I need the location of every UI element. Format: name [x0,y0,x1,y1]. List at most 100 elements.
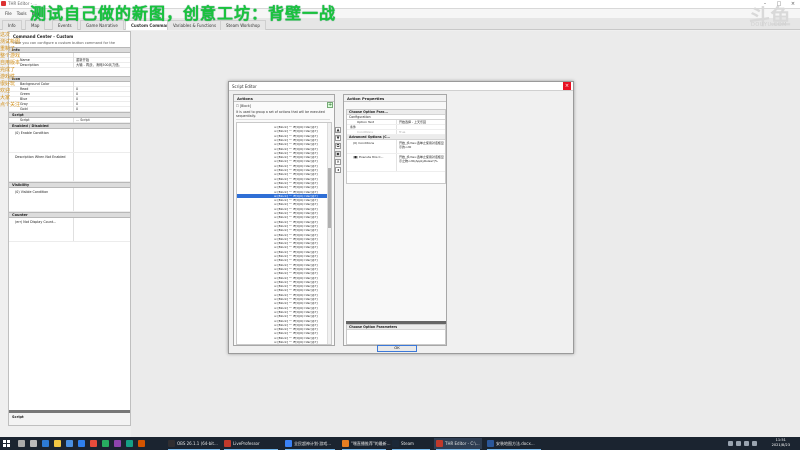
option-parameters-header[interactable]: Choose Option Parameters [347,325,445,330]
delete-icon[interactable]: ✕ [335,159,341,165]
tree-node[interactable]: ⊞ [Block] 一 IF[Q(0)=Var[@?] [237,207,331,211]
enable-condition-row[interactable]: (0) Enable Condition [9,129,130,153]
app-icon-10[interactable] [126,440,133,447]
tree-node[interactable]: ⊞ [Block] 一 IF[Q(0)=Var[@?] [237,267,331,271]
tree-node[interactable]: ⊞ [Block] 一 IF[Q(0)=Var[@?] [237,168,331,172]
tree-node[interactable]: ⊞ [Block] 一 IF[Q(0)=Var[@?] [237,258,331,262]
tree-node[interactable]: ⊞ [Block] 一 IF[Q(0)=Var[@?] [237,220,331,224]
tree-node[interactable]: ⊞ [Block] 一 IF[Q(0)=Var[@?] [237,254,331,258]
properties-header[interactable]: Action Properties [344,95,446,102]
conditions-row[interactable]: (0) Conditions 开始_步/dev:选单之使用对话框显示的<d0 [347,140,445,154]
info-row-value[interactable]: 大输 - 再战，消耗500兵力值。 [76,63,122,68]
tree-node[interactable]: ⊞ [Block] 一 IF[Q(0)=Var[@?] [237,233,331,237]
edge-icon[interactable] [42,440,49,447]
tree-node[interactable]: ⊞ [Block] 一 IF[Q(0)=Var[@?] [237,241,331,245]
action-tree[interactable]: ⊞ [Block] 一 IF[Q(0)=Var[@?] ⊞ [Block] 一 I… [236,122,332,345]
tree-node[interactable]: ⊞ [Block] 一 IF[Q(0)=Var[@?] [237,228,331,232]
tree-node[interactable]: ⊞ [Block] 一 IF[Q(0)=Var[@?] [237,293,331,297]
tree-node[interactable]: ⊞ [Block] 一 IF[Q(0)=Var[@?] [237,177,331,181]
tree-node[interactable]: ⊞ [Block] 一 IF[Q(0)=Var[@?] [237,306,331,310]
system-clock[interactable]: 11:51 2021/8/23 [772,438,790,448]
actions-header[interactable]: Actions [234,95,334,102]
script-row-value[interactable]: ... Script [76,118,90,123]
tree-node[interactable]: ⊞ [Block] 一 IF[Q(0)=Var[@?] [237,224,331,228]
add-action-button[interactable]: + [327,102,333,108]
task-app-icon[interactable] [392,440,399,447]
tree-node[interactable]: ⊞ [Block] 一 IF[Q(0)=Var[@?] [237,147,331,151]
execute-row[interactable]: (■) Execute this C... 开始_步/dev:选单之使用对话框显… [347,154,445,172]
tree-node[interactable]: ⊞ [Block] 一 IF[Q(0)=Var[@?] [237,190,331,194]
tree-scroll-thumb[interactable] [328,168,331,228]
app-icon-7[interactable] [90,440,97,447]
tree-node[interactable]: ⊞ [Block] 一 IF[Q(0)=Var[@?] [237,198,331,202]
panel-splitter[interactable] [9,410,130,413]
taskbar-item[interactable]: OBS 26.1.1 (64-bit... [177,438,218,449]
tree-node[interactable]: ⊞ [Block] 一 IF[Q(0)=Var[@?] [237,151,331,155]
app-icon-11[interactable] [138,440,145,447]
dialog-close-icon[interactable]: × [563,82,571,90]
tree-node[interactable]: ⊞ [Block] 一 IF[Q(0)=Var[@?] [237,237,331,241]
taskbar-item[interactable]: "嘿直播推荐"的最新... [351,438,391,449]
task-app-icon[interactable] [487,440,494,447]
tree-node[interactable]: ⊞ [Block] 一 IF[Q(0)=Var[@?] [237,155,331,159]
tree-node[interactable]: ⊞ [Block] 一 IF[Q(0)=Var[@?] [237,185,331,189]
tree-node[interactable]: ⊞ [Block] 一 IF[Q(0)=Var[@?] [237,129,331,133]
task-app-icon[interactable] [342,440,349,447]
conditions-value[interactable]: 开始_步/dev:选单之使用对话框显示的<d0 [399,141,444,149]
app-icon-9[interactable] [114,440,121,447]
taskbar-item[interactable]: THR Editor - C:\... [445,438,480,449]
paste-icon[interactable]: ▣ [335,151,341,157]
mail-icon[interactable] [78,440,85,447]
tab-info[interactable]: Info [2,20,22,30]
tree-node[interactable]: ⊞ [Block] 一 IF[Q(0)=Var[@?] [237,211,331,215]
menu-item-tools[interactable]: Tools [17,11,27,16]
tree-node[interactable]: ⊞ [Block] 一 IF[Q(0)=Var[@?] [237,215,331,219]
tree-scrollbar[interactable] [327,123,331,344]
ok-button[interactable]: OK [377,345,417,352]
tree-node[interactable]: ⊞ [Block] 一 IF[Q(0)=Var[@?] [237,263,331,267]
tree-node[interactable]: ⊞ [Block] 一 IF[Q(0)=Var[@?] [237,202,331,206]
tree-node[interactable]: ⊞ [Block] 一 IF[Q(0)=Var[@?] [237,134,331,138]
execute-value[interactable]: 开始_步/dev:选单之使用对话框显示之物<d0(ApplyRules?(% [399,155,444,163]
task-view-icon[interactable] [30,440,37,447]
tree-node[interactable]: ⊞ [Block] 一 IF[Q(0)=Var[@?] [237,159,331,163]
tree-node[interactable]: ⊞ [Block] 一 IF[Q(0)=Var[@?] [237,250,331,254]
tree-node[interactable]: ⊞ [Block] 一 IF[Q(0)=Var[@?] [237,271,331,275]
tree-node[interactable]: ⊞ [Block] 一 IF[Q(0)=Var[@?] [237,280,331,284]
copy-icon[interactable]: ⧉ [335,143,341,149]
taskbar-item[interactable]: 安装地图方法.docx... [496,438,535,449]
ime-icon[interactable] [752,441,757,446]
search-icon[interactable] [18,440,25,447]
icon-row-value[interactable]: 0 [76,107,78,112]
task-app-icon[interactable] [224,440,231,447]
tree-node[interactable]: ⊞ [Block] 一 IF[Q(0)=Var[@?] [237,172,331,176]
chevron-up-icon[interactable] [728,441,733,446]
tree-node[interactable]: ⊞ [Block] 一 IF[Q(0)=Var[@?] [237,301,331,305]
volume-icon[interactable] [744,441,749,446]
tree-node[interactable]: ⊞ [Block] 一 IF[Q(0)=Var[@?] [237,314,331,318]
task-app-icon[interactable] [168,440,175,447]
script-row[interactable]: Script ... Script [9,118,130,123]
tree-node[interactable]: ⊞ [Block] 一 IF[Q(0)=Var[@?] [237,310,331,314]
move-up-icon[interactable]: ▲ [335,127,341,133]
tree-node[interactable]: ⊞ [Block] 一 IF[Q(0)=Var[@?] [237,319,331,323]
tree-node[interactable]: ⊞ [Block] 一 IF[Q(0)=Var[@?] [237,138,331,142]
tree-node[interactable]: ⊞ [Block] 一 IF[Q(0)=Var[@?] [237,331,331,335]
start-icon[interactable] [3,440,10,447]
tree-node[interactable]: ⊞ [Block] 一 IF[Q(0)=Var[@?] [237,125,331,129]
tree-node[interactable]: ⊞ [Block] 一 IF[Q(0)=Var[@?] [237,340,331,344]
collapse-icon[interactable]: ◂ [335,167,341,173]
taskbar-item[interactable]: Steam [401,438,414,449]
network-icon[interactable] [736,441,741,446]
visible-condition-row[interactable]: (0) Visible Condition [9,188,130,212]
app-icon-8[interactable] [102,440,109,447]
task-app-icon[interactable] [285,440,292,447]
move-down-icon[interactable]: ▼ [335,135,341,141]
tree-node[interactable]: ⊞ [Block] 一 IF[Q(0)=Var[@?] [237,327,331,331]
tree-node[interactable]: ⊞ [Block] 一 IF[Q(0)=Var[@?] [237,288,331,292]
counter-row[interactable]: (err) Not Display Count... [9,218,130,242]
tree-node[interactable]: ⊞ [Block] 一 IF[Q(0)=Var[@?] [237,193,331,198]
store-icon[interactable] [66,440,73,447]
tree-node[interactable]: ⊞ [Block] 一 IF[Q(0)=Var[@?] [237,323,331,327]
tree-node[interactable]: ⊞ [Block] 一 IF[Q(0)=Var[@?] [237,297,331,301]
